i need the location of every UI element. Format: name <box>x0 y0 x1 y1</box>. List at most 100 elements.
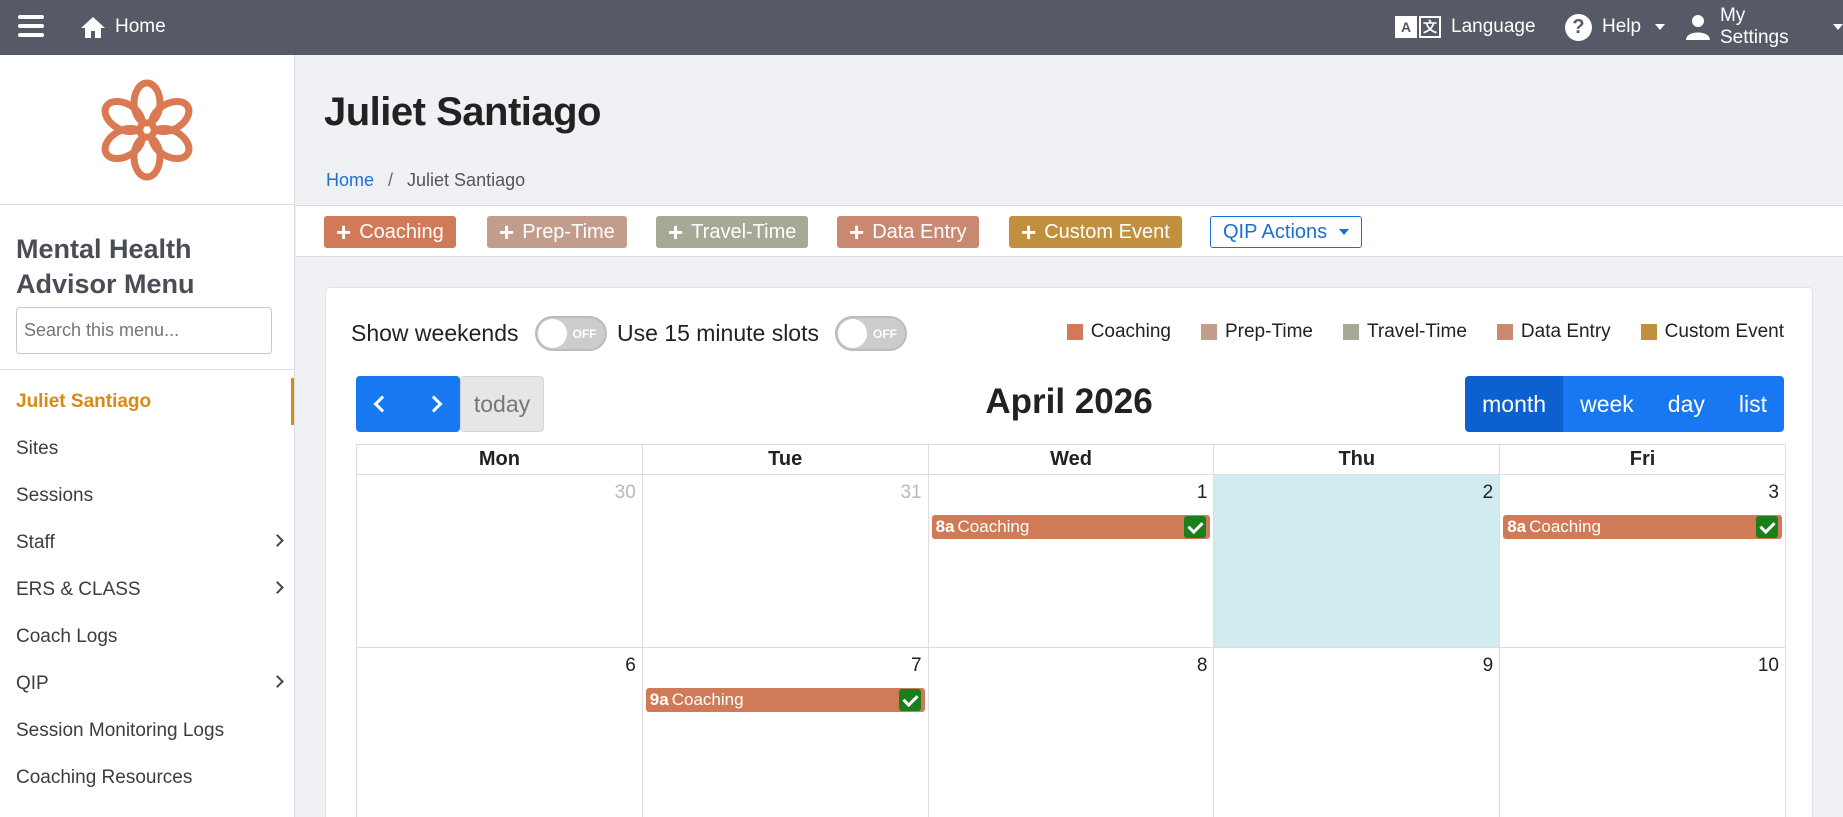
sidebar-item-sites[interactable]: Sites <box>0 425 294 472</box>
event-time: 8a <box>1507 517 1527 536</box>
add-travel-time-label: Travel-Time <box>691 220 797 243</box>
home-link[interactable]: Home <box>79 12 166 42</box>
add-coaching-label: Coaching <box>359 220 444 243</box>
page-title: Juliet Santiago <box>324 90 602 134</box>
week-view-button[interactable]: week <box>1563 376 1651 432</box>
breadcrumb-current: Juliet Santiago <box>407 170 526 190</box>
add-prep-time-button[interactable]: + Prep-Time <box>487 216 627 248</box>
legend-swatch <box>1200 324 1217 340</box>
add-custom-event-label: Custom Event <box>1044 220 1170 243</box>
list-view-button[interactable]: list <box>1721 376 1784 432</box>
sidebar-item-session-monitoring-logs[interactable]: Session Monitoring Logs <box>0 707 294 754</box>
month-view-button[interactable]: month <box>1465 376 1564 432</box>
legend-item-travel-time: Travel-Time <box>1342 321 1467 343</box>
help-label: Help <box>1602 16 1642 37</box>
event-legend: Coaching Prep-Time Travel-Time Data Entr… <box>1066 321 1784 343</box>
week-row: 30 31 1 8a Coaching 2 3 8a Coaching <box>356 475 1786 648</box>
legend-label: Prep-Time <box>1224 321 1313 342</box>
sidebar-item-coaching-resources[interactable]: Coaching Resources <box>0 754 294 801</box>
sidebar-item-qip[interactable]: QIP <box>0 660 294 707</box>
day-number: 2 <box>1482 482 1494 503</box>
toggle-knob <box>837 319 867 348</box>
calendar-event[interactable]: 9a Coaching <box>645 688 925 712</box>
day-cell[interactable]: 1 8a Coaching <box>927 475 1214 647</box>
menu-search-input[interactable] <box>16 307 272 354</box>
calendar-event[interactable]: 8a Coaching <box>931 515 1211 539</box>
day-cell[interactable]: 10 <box>1499 648 1785 817</box>
day-cell-today[interactable]: 2 <box>1213 475 1500 647</box>
day-header: Wed <box>927 445 1214 474</box>
breadcrumb-home-link[interactable]: Home <box>326 170 374 191</box>
legend-item-prep-time: Prep-Time <box>1200 321 1313 343</box>
help-menu[interactable]: ? Help <box>1565 12 1666 42</box>
sidebar-item-label: Sites <box>16 437 59 459</box>
add-data-entry-button[interactable]: + Data Entry <box>837 216 979 248</box>
qip-actions-dropdown[interactable]: QIP Actions <box>1210 216 1363 248</box>
day-header: Fri <box>1499 445 1785 474</box>
flower-logo-icon[interactable] <box>97 78 197 182</box>
main-content: Juliet Santiago Home / Juliet Santiago +… <box>296 55 1843 817</box>
legend-swatch <box>1640 324 1657 340</box>
day-cell[interactable]: 30 <box>357 475 642 647</box>
chevron-right-icon <box>271 581 284 594</box>
sidebar-item-coach-logs[interactable]: Coach Logs <box>0 613 294 660</box>
hamburger-menu-icon[interactable] <box>18 15 44 37</box>
day-cell[interactable]: 8 <box>927 648 1214 817</box>
day-cell[interactable]: 7 9a Coaching <box>641 648 928 817</box>
plus-icon: + <box>499 217 515 247</box>
show-weekends-toggle[interactable]: OFF <box>534 316 607 351</box>
calendar-event[interactable]: 8a Coaching <box>1503 515 1782 539</box>
sidebar-item-juliet-santiago[interactable]: Juliet Santiago <box>0 378 294 425</box>
slots-label: Use 15 minute slots <box>617 320 819 346</box>
sidebar: Mental Health Advisor Menu Juliet Santia… <box>0 55 295 817</box>
day-number: 8 <box>1196 655 1208 676</box>
sidebar-item-label: QIP <box>16 672 49 694</box>
sidebar-item-sessions[interactable]: Sessions <box>0 472 294 519</box>
day-cell[interactable]: 31 <box>641 475 928 647</box>
day-header: Mon <box>478 448 520 470</box>
toggle-knob <box>537 319 567 348</box>
legend-item-data-entry: Data Entry <box>1496 321 1611 343</box>
plus-icon: + <box>1021 217 1037 247</box>
day-cell[interactable]: 6 <box>357 648 642 817</box>
day-cell[interactable]: 3 8a Coaching <box>1499 475 1785 647</box>
language-menu[interactable]: A文 Language <box>1395 12 1536 42</box>
day-view-button[interactable]: day <box>1650 376 1722 432</box>
breadcrumb-separator: / <box>388 170 394 190</box>
sidebar-item-ers-class[interactable]: ERS & CLASS <box>0 566 294 613</box>
legend-item-custom-event: Custom Event <box>1640 321 1784 343</box>
add-coaching-button[interactable]: + Coaching <box>324 216 456 248</box>
menu-title: Mental Health Advisor Menu <box>16 234 195 299</box>
plus-icon: + <box>849 217 865 247</box>
sidebar-item-label: Juliet Santiago <box>16 390 152 412</box>
fifteen-minute-slots-toggle[interactable]: OFF <box>834 316 907 351</box>
check-icon <box>898 689 921 711</box>
day-cell[interactable]: 9 <box>1213 648 1499 817</box>
language-icon: A文 <box>1395 16 1441 38</box>
event-title: Coaching <box>671 690 744 709</box>
event-title: Coaching <box>1529 517 1601 536</box>
sidebar-divider <box>0 369 294 370</box>
breadcrumb: Home / Juliet Santiago <box>326 170 525 191</box>
top-navbar: Home A文 Language ? Help My Settings <box>0 0 1843 55</box>
show-weekends-label: Show weekends <box>351 320 519 346</box>
home-label: Home <box>115 16 166 37</box>
day-number: 1 <box>1196 482 1208 503</box>
help-icon: ? <box>1565 13 1592 41</box>
add-custom-event-button[interactable]: + Custom Event <box>1009 216 1182 248</box>
legend-label: Travel-Time <box>1366 321 1467 342</box>
calendar-card: Show weekends OFF Use 15 minute slots OF… <box>325 287 1813 817</box>
week-row: 6 7 9a Coaching 8 9 10 <box>356 648 1786 817</box>
day-number: 31 <box>900 482 922 503</box>
legend-swatch <box>1496 324 1513 340</box>
day-number: 7 <box>911 655 922 676</box>
day-header: Thu <box>1213 445 1499 474</box>
sidebar-item-label: Staff <box>16 531 55 553</box>
settings-menu[interactable]: My Settings <box>1686 5 1843 48</box>
add-travel-time-button[interactable]: + Travel-Time <box>656 216 809 248</box>
action-bar: + Coaching + Prep-Time + Travel-Time + Data … <box>296 205 1843 257</box>
day-number: 6 <box>625 655 636 676</box>
chevron-down-icon <box>1655 24 1666 30</box>
event-time: 9a <box>649 690 669 709</box>
sidebar-item-staff[interactable]: Staff <box>0 519 294 566</box>
